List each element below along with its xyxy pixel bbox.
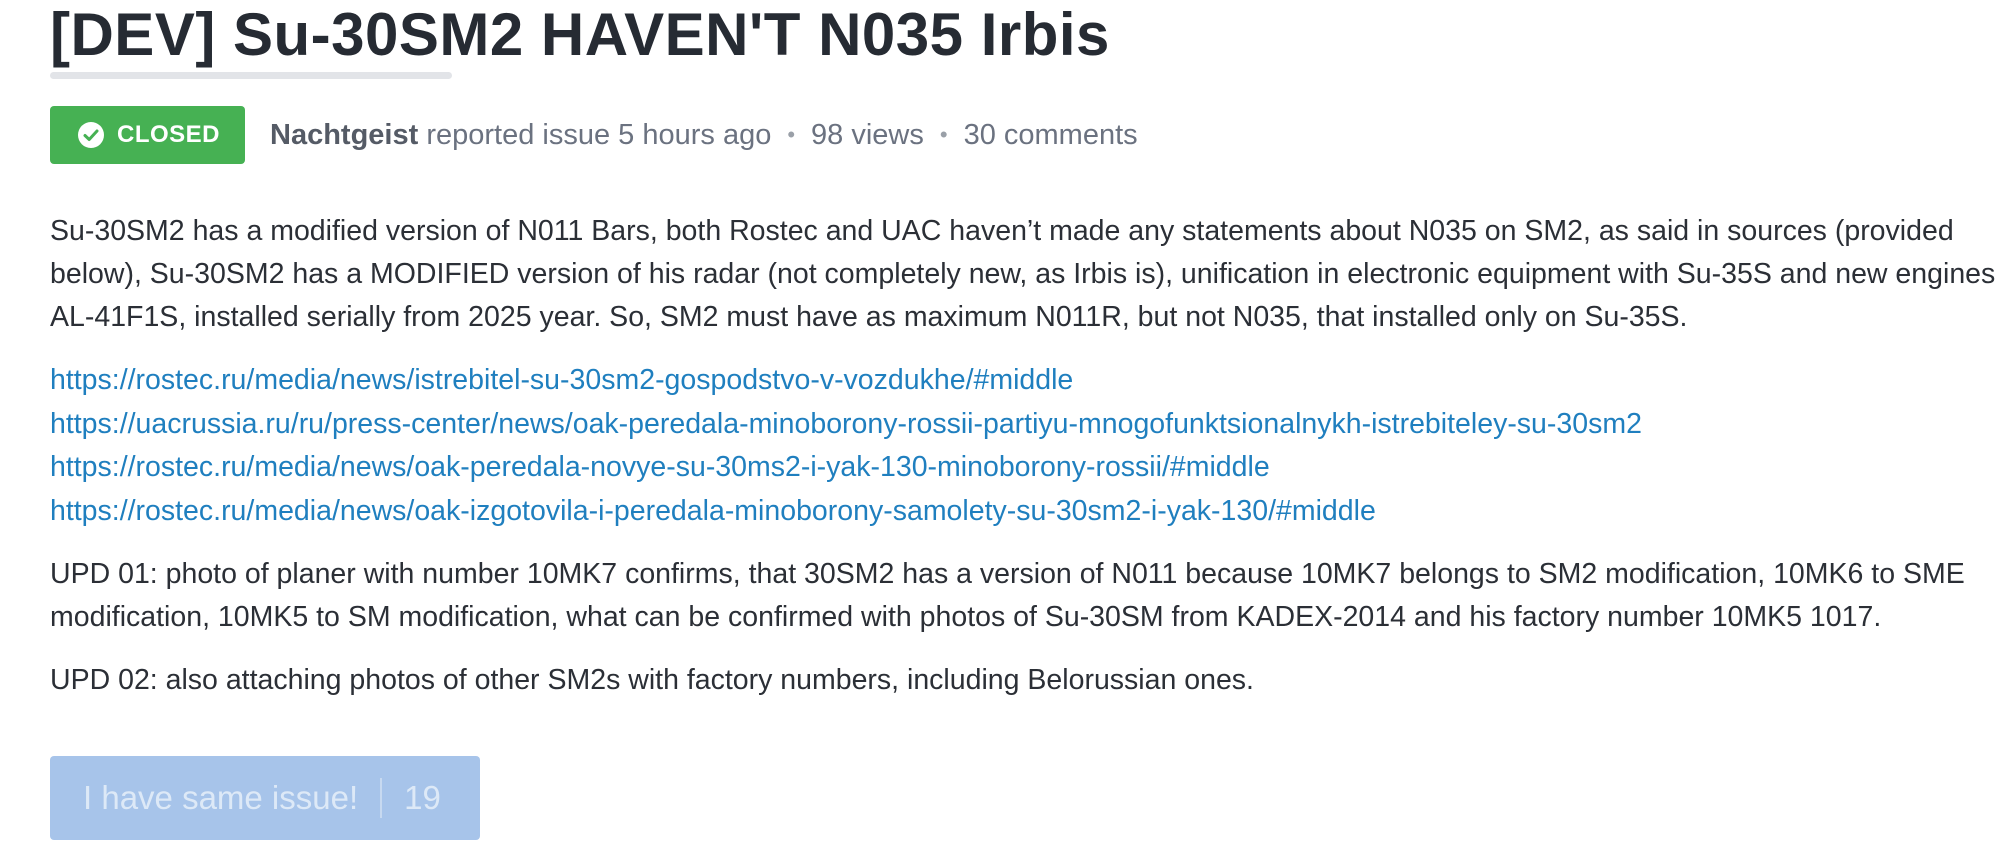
source-link[interactable]: https://rostec.ru/media/news/oak-izgotov…: [50, 490, 2005, 534]
title-underline: [50, 72, 452, 79]
views-count: 98 views: [811, 118, 924, 151]
source-link[interactable]: https://uacrussia.ru/ru/press-center/new…: [50, 403, 2005, 447]
button-divider: [380, 778, 383, 818]
comments-count[interactable]: 30 comments: [964, 119, 1138, 152]
same-issue-label: I have same issue!: [83, 779, 359, 816]
update-paragraph: UPD 01: photo of planer with number 10MK…: [50, 558, 1965, 633]
issue-page: [DEV] Su-30SM2 HAVEN'T N035 Irbis CLOSED…: [50, 0, 2011, 862]
status-label: CLOSED: [117, 121, 221, 148]
issue-body: Su-30SM2 has a modified version of N011 …: [50, 210, 2005, 722]
issue-title: [DEV] Su-30SM2 HAVEN'T N035 Irbis: [50, 1, 1110, 68]
same-issue-button[interactable]: I have same issue! 19: [50, 756, 480, 840]
issue-paragraph: Su-30SM2 has a modified version of N011 …: [50, 215, 1996, 333]
source-link[interactable]: https://rostec.ru/media/news/oak-peredal…: [50, 446, 2005, 490]
source-links: https://rostec.ru/media/news/istrebitel-…: [50, 359, 2005, 533]
status-badge: CLOSED: [50, 106, 246, 164]
same-issue-count: 19: [404, 779, 441, 816]
meta-text: Nachtgeist reported issue 5 hours ago • …: [270, 119, 1138, 152]
meta-separator: •: [939, 122, 948, 147]
author-link[interactable]: Nachtgeist: [270, 119, 418, 152]
update-paragraph: UPD 02: also attaching photos of other S…: [50, 664, 1254, 696]
reported-text: reported issue 5 hours ago: [426, 118, 772, 151]
source-link[interactable]: https://rostec.ru/media/news/istrebitel-…: [50, 359, 2005, 403]
issue-meta: CLOSED Nachtgeist reported issue 5 hours…: [50, 106, 1138, 164]
meta-separator: •: [787, 122, 796, 147]
check-circle-icon: [78, 122, 104, 148]
